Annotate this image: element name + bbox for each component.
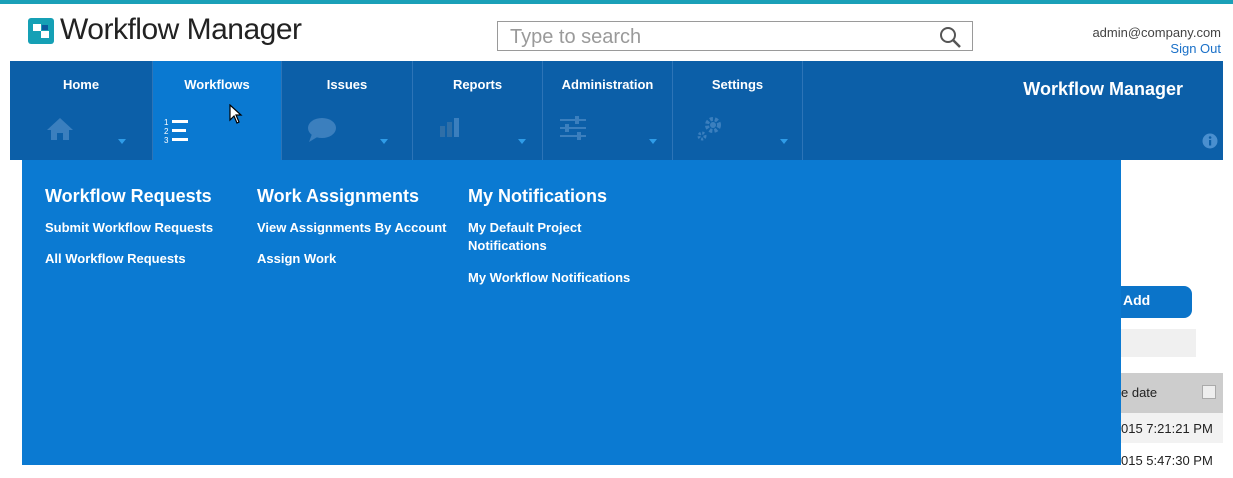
user-info: admin@company.com Sign Out bbox=[1092, 25, 1221, 57]
menu-heading: Work Assignments bbox=[257, 186, 420, 206]
column-filter-dropdown[interactable] bbox=[1202, 385, 1216, 399]
svg-text:3: 3 bbox=[164, 136, 169, 145]
table-row[interactable]: 015 7:21:21 PM bbox=[1121, 413, 1223, 443]
chevron-down-icon[interactable] bbox=[380, 139, 388, 144]
menu-link-my-workflow-notifications[interactable]: My Workflow Notifications bbox=[468, 269, 630, 287]
chevron-down-icon[interactable] bbox=[649, 139, 657, 144]
tab-administration[interactable]: Administration bbox=[543, 61, 673, 160]
tab-label: Home bbox=[62, 77, 100, 92]
tab-workflows[interactable]: Workflows 1 2 3 bbox=[153, 61, 282, 160]
tab-label: Reports bbox=[452, 77, 503, 92]
tab-label: Administration bbox=[561, 77, 654, 92]
app-title: Workflow Manager bbox=[60, 13, 302, 46]
gears-icon bbox=[695, 113, 725, 148]
tab-reports[interactable]: Reports bbox=[413, 61, 543, 160]
tab-label: Settings bbox=[711, 77, 764, 92]
sign-out-link[interactable]: Sign Out bbox=[1092, 41, 1221, 57]
menu-column-workflow-requests: Workflow Requests Submit Workflow Reques… bbox=[45, 186, 213, 281]
search-icon[interactable] bbox=[938, 25, 962, 54]
main-nav: Home Workflows 1 2 3 Issues Reports Admi… bbox=[10, 61, 1223, 160]
filter-input[interactable] bbox=[1121, 329, 1196, 357]
tab-home[interactable]: Home bbox=[10, 61, 153, 160]
numbered-list-icon: 1 2 3 bbox=[164, 116, 194, 151]
tab-label: Workflows bbox=[184, 77, 250, 92]
logo-icon bbox=[28, 18, 54, 44]
tab-label: Issues bbox=[326, 77, 368, 92]
header: Workflow Manager admin@company.com Sign … bbox=[0, 4, 1233, 61]
info-icon[interactable] bbox=[1202, 133, 1218, 154]
menu-heading: Workflow Requests bbox=[45, 186, 212, 206]
chevron-down-icon[interactable] bbox=[780, 139, 788, 144]
chevron-down-icon[interactable] bbox=[118, 139, 126, 144]
menu-heading: My Notifications bbox=[468, 186, 608, 206]
tab-issues[interactable]: Issues bbox=[282, 61, 413, 160]
workflows-dropdown-menu: Workflow Requests Submit Workflow Reques… bbox=[22, 160, 1121, 465]
search-box[interactable] bbox=[497, 21, 973, 51]
menu-column-work-assignments: Work Assignments View Assignments By Acc… bbox=[257, 186, 447, 281]
speech-bubble-icon bbox=[306, 116, 338, 149]
table-column-header[interactable]: e date bbox=[1121, 373, 1223, 413]
menu-link-submit-workflow-requests[interactable]: Submit Workflow Requests bbox=[45, 219, 213, 237]
tab-settings[interactable]: Settings bbox=[673, 61, 803, 160]
sliders-icon bbox=[559, 116, 587, 145]
menu-link-view-assignments-by-account[interactable]: View Assignments By Account bbox=[257, 219, 447, 237]
svg-text:2: 2 bbox=[164, 127, 169, 136]
menu-link-assign-work[interactable]: Assign Work bbox=[257, 250, 447, 268]
mouse-cursor-icon bbox=[229, 103, 243, 129]
home-icon bbox=[46, 116, 74, 147]
bar-chart-icon bbox=[439, 116, 463, 143]
chevron-down-icon[interactable] bbox=[518, 139, 526, 144]
svg-text:1: 1 bbox=[164, 118, 169, 127]
menu-column-my-notifications: My Notifications My Default Project Noti… bbox=[468, 186, 630, 300]
user-email: admin@company.com bbox=[1092, 25, 1221, 40]
search-input[interactable] bbox=[508, 23, 932, 51]
table-row[interactable]: 015 5:47:30 PM bbox=[1121, 445, 1223, 475]
menu-link-my-default-project-notifications[interactable]: My Default Project Notifications bbox=[468, 219, 618, 255]
nav-app-title: Workflow Manager bbox=[1023, 79, 1183, 99]
menu-link-all-workflow-requests[interactable]: All Workflow Requests bbox=[45, 250, 213, 268]
